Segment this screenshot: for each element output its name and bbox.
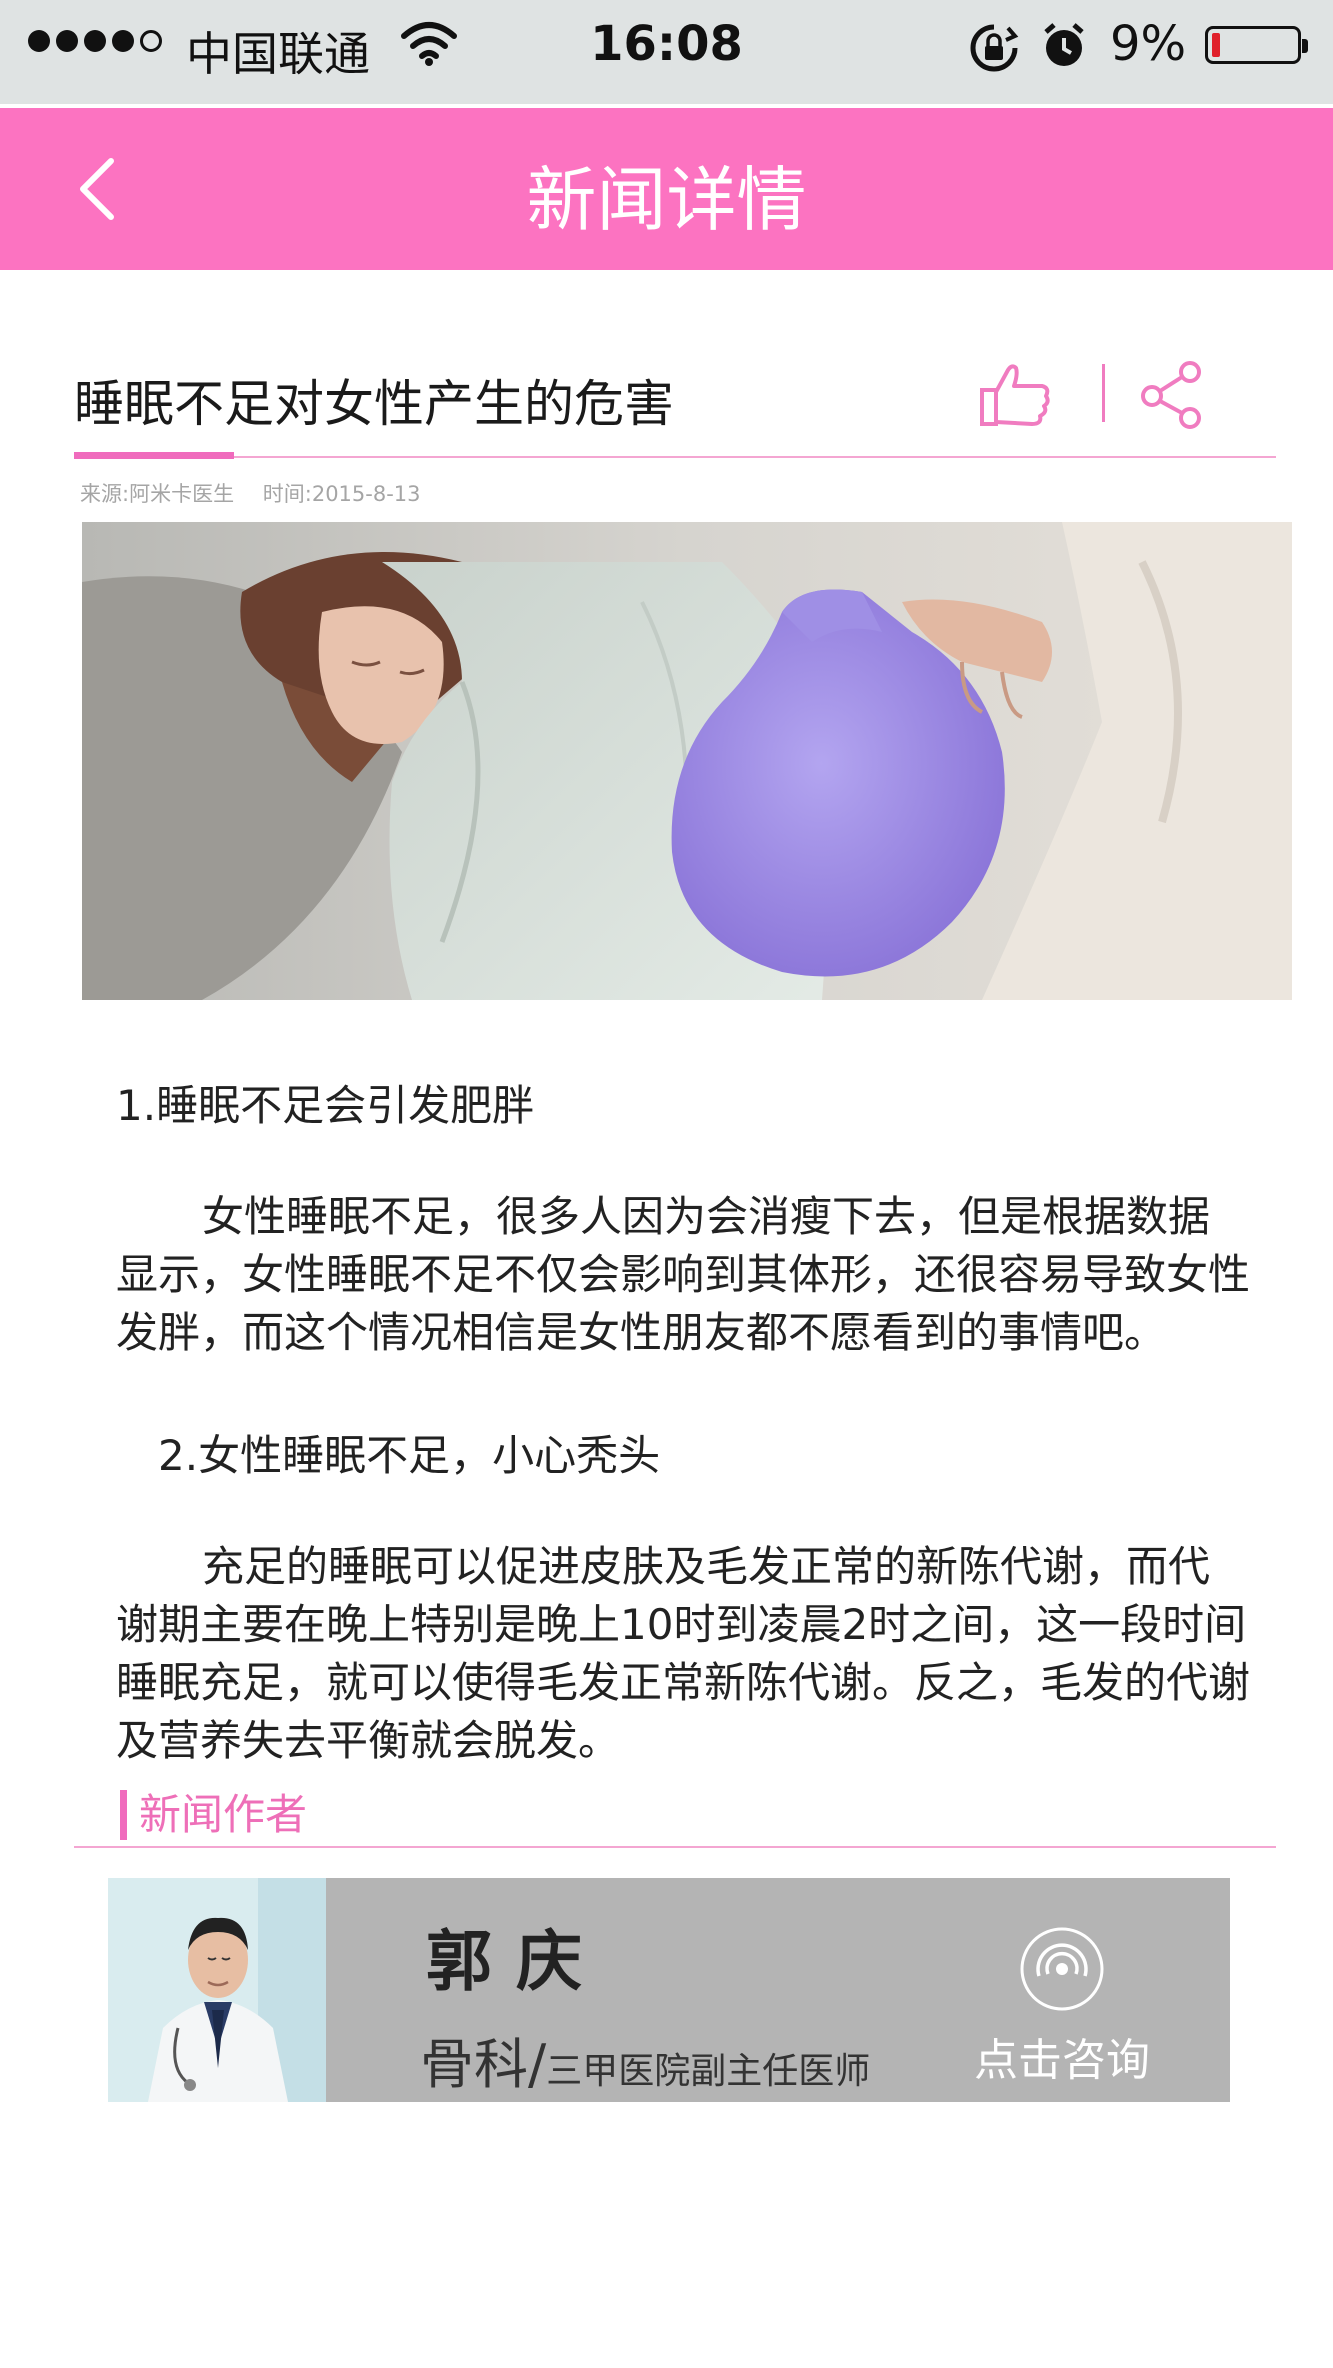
rotation-lock-icon <box>968 22 1020 78</box>
article-hero-image <box>82 522 1292 1000</box>
article-paragraph: 女性睡眠不足，很多人因为会消瘦下去，但是根据数据显示，女性睡眠不足不仅会影响到其… <box>116 1192 1251 1357</box>
consult-button[interactable]: 点击咨询 <box>962 1924 1162 2088</box>
status-bar: 中国联通 16:08 9% <box>0 0 1333 104</box>
article-meta: 来源:阿米卡医生 时间:2015-8-13 <box>80 478 443 508</box>
consult-label: 点击咨询 <box>974 2035 1150 2086</box>
author-divider <box>74 1846 1276 1848</box>
author-department: 骨科 <box>420 2033 528 2096</box>
like-button[interactable] <box>978 360 1054 430</box>
share-icon <box>1141 361 1201 429</box>
section-heading: 1.睡眠不足会引发肥胖 <box>116 1081 535 1130</box>
author-title: 骨科/三甲医院副主任医师 <box>420 2020 870 2099</box>
article-paragraph: 充足的睡眠可以促进皮肤及毛发正常的新陈代谢，而代谢期主要在晚上特别是晚上10时到… <box>116 1542 1251 1765</box>
title-divider <box>74 456 1276 458</box>
alarm-icon <box>1040 20 1088 76</box>
title-accent-bar <box>74 452 234 459</box>
thumbs-up-icon <box>980 364 1050 426</box>
battery-icon <box>1205 26 1308 64</box>
section-heading: 2.女性睡眠不足，小心秃头 <box>158 1431 661 1480</box>
battery-percentage: 9% <box>1110 16 1187 72</box>
title-separator: / <box>528 2033 547 2096</box>
article-source: 来源:阿米卡医生 <box>80 482 235 506</box>
broadcast-icon <box>1020 1927 1104 2011</box>
article-date: 时间:2015-8-13 <box>262 482 421 506</box>
action-divider <box>1102 364 1105 422</box>
share-button[interactable] <box>1138 360 1208 430</box>
avatar <box>108 1878 326 2102</box>
author-card[interactable]: 郭庆 骨科/三甲医院副主任医师 点击咨询 <box>108 1878 1230 2102</box>
navigation-bar: 新闻详情 <box>0 108 1333 270</box>
page-title: 新闻详情 <box>526 159 807 241</box>
author-name: 郭庆 <box>426 1923 606 2000</box>
article-title: 睡眠不足对女性产生的危害 <box>74 375 674 433</box>
author-position: 三甲医院副主任医师 <box>546 2051 871 2092</box>
battery-level-fill <box>1212 33 1220 57</box>
author-section-label: 新闻作者 <box>120 1790 307 1840</box>
